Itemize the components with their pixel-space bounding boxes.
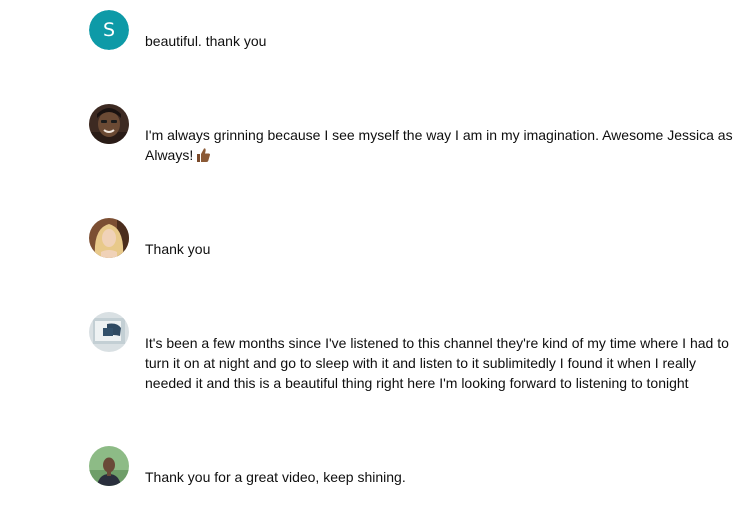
avatar[interactable]	[89, 312, 129, 352]
comments-list: S beautiful. thank you I'm always grinni…	[0, 0, 749, 527]
user-photo-icon	[89, 312, 129, 352]
comment-text-content: I'm always grinning because I see myself…	[145, 127, 733, 163]
comment-text: I'm always grinning because I see myself…	[145, 125, 737, 168]
comment-text: It's been a few months since I've listen…	[145, 335, 729, 391]
comment-item: It's been a few months since I've listen…	[89, 312, 739, 392]
comment-text: Thank you for a great video, keep shinin…	[145, 469, 406, 485]
avatar[interactable]: S	[89, 10, 129, 50]
user-photo-icon	[89, 446, 129, 486]
avatar[interactable]	[89, 218, 129, 258]
comment-item: Thank you	[89, 218, 739, 258]
comment-text: beautiful. thank you	[145, 33, 267, 49]
thumbs-up-icon	[195, 147, 211, 168]
comment-text: Thank you	[145, 241, 211, 257]
comment-item: I'm always grinning because I see myself…	[89, 104, 739, 164]
avatar-letter: S	[89, 10, 129, 50]
user-photo-icon	[89, 104, 129, 144]
avatar[interactable]	[89, 446, 129, 486]
avatar[interactable]	[89, 104, 129, 144]
comment-item: Thank you for a great video, keep shinin…	[89, 446, 739, 486]
user-photo-icon	[89, 218, 129, 258]
comment-item: S beautiful. thank you	[89, 10, 739, 50]
